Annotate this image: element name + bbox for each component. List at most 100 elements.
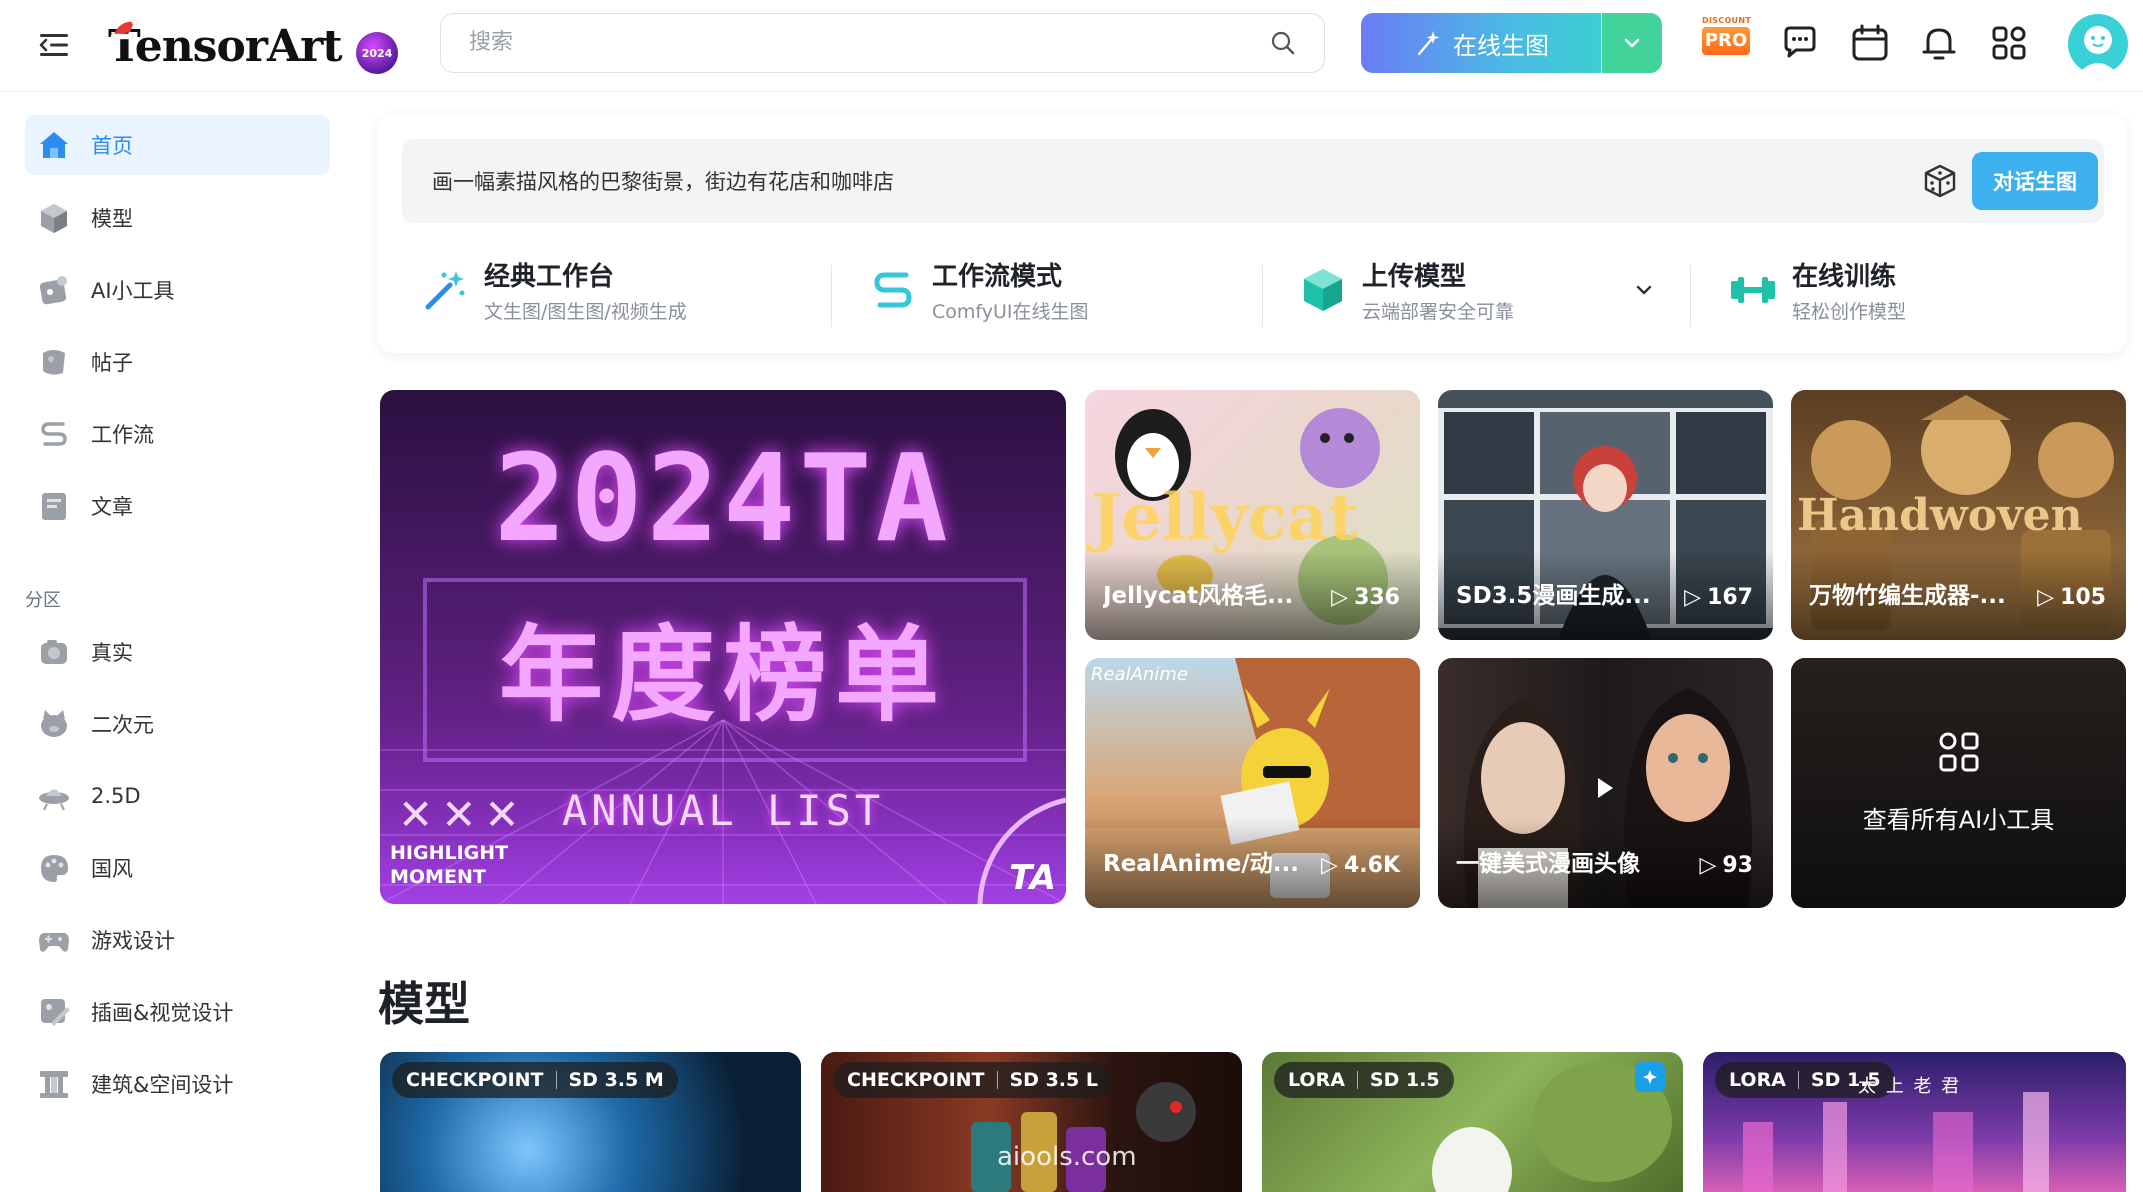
- card-title: 万物竹编生成器-...: [1809, 583, 2006, 609]
- mode-online-training[interactable]: 在线训练 轻松创作模型: [1728, 255, 1906, 325]
- chat-generate-button[interactable]: 对话生图: [1972, 152, 2098, 210]
- mode-title: 经典工作台: [484, 262, 615, 292]
- feature-card-american-comic-avatar[interactable]: 一键美式漫画头像 ▷ 93: [1438, 658, 1773, 908]
- sidebar-item-posts[interactable]: 帖子: [25, 332, 330, 392]
- model-tag: CHECKPOINT SD 3.5 L: [833, 1062, 1112, 1098]
- calendar-icon[interactable]: [1849, 22, 1891, 64]
- article-icon: [37, 489, 71, 523]
- sidebar-item-ai-tools[interactable]: AI小工具: [25, 260, 330, 320]
- model-type: LORA: [1288, 1069, 1345, 1091]
- sidebar-item-articles[interactable]: 文章: [25, 476, 330, 536]
- sidebar-item-anime[interactable]: 二次元: [25, 694, 330, 754]
- model-tag: CHECKPOINT SD 3.5 M: [392, 1062, 678, 1098]
- online-generate-label: 在线生图: [1453, 31, 1549, 60]
- model-tag: LORA SD 1.5: [1274, 1062, 1454, 1098]
- cube-icon: [37, 201, 71, 235]
- illustration-icon: [37, 995, 71, 1029]
- dark-overlay: [1791, 658, 2126, 908]
- prompt-input[interactable]: 画一幅素描风格的巴黎街景，街边有花店和咖啡店 对话生图: [402, 139, 2104, 223]
- model-card[interactable]: LORA SD 1.5 太 上 老 君: [1703, 1052, 2126, 1192]
- card-title: Jellycat风格毛...: [1103, 583, 1294, 609]
- sidebar-item-home[interactable]: 首页: [25, 115, 330, 175]
- sidebar-item-label: 二次元: [91, 713, 154, 737]
- mode-subtitle: 轻松创作模型: [1792, 301, 1907, 323]
- sidebar-item-label: 2.5D: [91, 784, 141, 808]
- model-card[interactable]: LORA SD 1.5: [1262, 1052, 1683, 1192]
- handwoven-overlay-text: Handwoven: [1797, 490, 2083, 541]
- model-card[interactable]: CHECKPOINT SD 3.5 M: [380, 1052, 801, 1192]
- year-2024-badge[interactable]: 2024: [356, 32, 398, 74]
- sparkle-wand-icon: [1417, 31, 1440, 56]
- chevron-down-icon: [1624, 38, 1640, 48]
- sidebar-item-label: 建筑&空间设计: [91, 1073, 234, 1097]
- sidebar-item-2-5d[interactable]: 2.5D: [25, 766, 330, 826]
- model-card[interactable]: CHECKPOINT SD 3.5 L aiools.com: [821, 1052, 1242, 1192]
- divider: [1262, 265, 1263, 327]
- feature-card-sd35-comic[interactable]: SD3.5漫画生成... ▷ 167: [1438, 390, 1773, 640]
- pro-discount-badge[interactable]: DISCOUNT PRO: [1702, 16, 1751, 60]
- prompt-text: 画一幅素描风格的巴黎街景，街边有花店和咖啡店: [432, 170, 894, 194]
- model-type: LORA: [1729, 1069, 1786, 1091]
- view-all-ai-tools-card[interactable]: 查看所有AI小工具: [1791, 658, 2126, 908]
- section-title: 分区: [25, 590, 61, 611]
- dice-icon[interactable]: [1922, 163, 1958, 199]
- banner-ta-logo: TA: [1009, 858, 1056, 898]
- play-count: 167: [1707, 585, 1753, 610]
- menu-collapse-icon[interactable]: [38, 30, 72, 60]
- play-count: 336: [1354, 585, 1400, 610]
- models-section-title: 模型: [378, 977, 470, 1031]
- feature-card-bamboo-weave[interactable]: Handwoven 万物竹编生成器-... ▷ 105: [1791, 390, 2126, 640]
- chevron-down-icon[interactable]: [1632, 278, 1656, 302]
- sidebar-item-illustration[interactable]: 插画&视觉设计: [25, 982, 330, 1042]
- card-title: SD3.5漫画生成...: [1456, 583, 1651, 609]
- apps-grid-icon[interactable]: [1988, 22, 2030, 64]
- mode-upload-model[interactable]: 上传模型 云端部署安全可靠: [1298, 255, 1514, 325]
- sidebar-item-label: 文章: [91, 495, 133, 519]
- mode-workflow[interactable]: 工作流模式 ComfyUI在线生图: [868, 255, 1089, 325]
- card-play-count: ▷ 336: [1331, 585, 1400, 610]
- user-avatar[interactable]: [2068, 14, 2128, 74]
- top-bar: TensorArt 2024 在线生图 DISCOUNT PRO: [0, 0, 2143, 92]
- search-icon[interactable]: [1270, 30, 1296, 56]
- avatar-face-icon: [2078, 26, 2118, 74]
- banner-title-year: 2024TA: [494, 430, 952, 569]
- card-play-count: ▷ 167: [1684, 585, 1753, 610]
- mode-subtitle: 文生图/图生图/视频生成: [484, 301, 687, 323]
- sidebar-item-realistic[interactable]: 真实: [25, 622, 330, 682]
- sidebar-item-architecture[interactable]: 建筑&空间设计: [25, 1054, 330, 1114]
- generate-dropdown-button[interactable]: [1602, 13, 1662, 73]
- feature-card-jellycat[interactable]: Jellycat Jellycat风格毛... ▷ 336: [1085, 390, 1420, 640]
- santa-hat-icon: [110, 18, 139, 40]
- online-generate-button[interactable]: 在线生图: [1361, 13, 1601, 73]
- play-count: 4.6K: [1343, 853, 1400, 878]
- bell-icon[interactable]: [1918, 22, 1960, 64]
- model-type: CHECKPOINT: [847, 1069, 985, 1091]
- annual-list-banner[interactable]: 2024TA 年度榜单 ✕ ✕ ✕ ANNUAL LIST HIGHLIGHT …: [380, 390, 1066, 904]
- home-icon: [37, 128, 71, 162]
- sidebar-item-label: 首页: [91, 134, 133, 158]
- play-icon: ▷: [2037, 585, 2055, 610]
- banner-title-cn: 年度榜单: [498, 614, 947, 736]
- prompt-panel: 画一幅素描风格的巴黎街景，街边有花店和咖啡店 对话生图 经典工作台 文生图/图生…: [378, 115, 2126, 353]
- sidebar-item-guofeng[interactable]: 国风: [25, 838, 330, 898]
- play-icon: ▷: [1684, 585, 1702, 610]
- sidebar-item-label: 真实: [91, 641, 133, 665]
- realanime-watermark: RealAnime: [1091, 664, 1188, 685]
- tensorart-logo[interactable]: TensorArt: [108, 16, 343, 76]
- sidebar-item-workflow[interactable]: 工作流: [25, 404, 330, 464]
- dumbbell-icon: [1728, 265, 1778, 315]
- sidebar-item-label: 游戏设计: [91, 929, 175, 953]
- camera-icon: [37, 635, 71, 669]
- play-icon: ▷: [1331, 585, 1349, 610]
- search-input[interactable]: [469, 14, 1249, 71]
- feature-card-realanime[interactable]: RealAnime RealAnime/动... ▷ 4.6K: [1085, 658, 1420, 908]
- model-base: SD 3.5 M: [568, 1069, 664, 1091]
- logo-text: TensorArt: [108, 20, 343, 72]
- mode-classic-workbench[interactable]: 经典工作台 文生图/图生图/视频生成: [420, 255, 687, 325]
- chat-icon[interactable]: [1780, 22, 1822, 64]
- play-count: 105: [2060, 585, 2106, 610]
- sidebar-item-models[interactable]: 模型: [25, 188, 330, 248]
- sidebar-item-game-design[interactable]: 游戏设计: [25, 910, 330, 970]
- workflow-s-icon: [868, 265, 918, 315]
- bookmark-badge-icon[interactable]: [1635, 1062, 1665, 1092]
